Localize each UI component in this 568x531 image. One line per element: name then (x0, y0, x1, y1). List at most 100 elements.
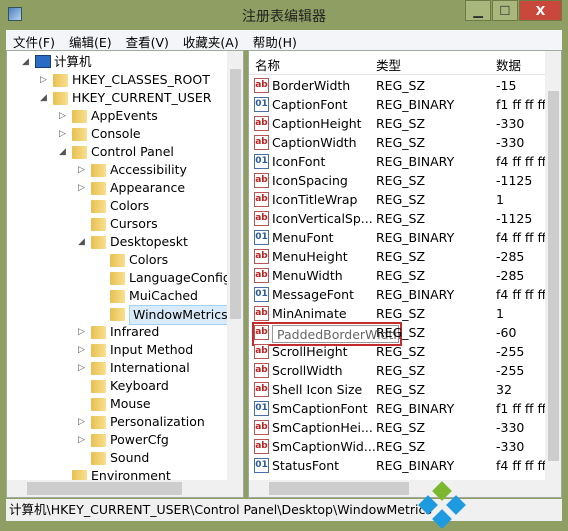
expand-arrow-icon[interactable]: ▷ (78, 359, 88, 377)
tree-horizontal-scrollbar[interactable] (7, 480, 243, 497)
value-row[interactable]: 01 CaptionFont REG_BINARY f1 ff ff ff (249, 95, 546, 114)
value-row[interactable]: 01 StatusFont REG_BINARY f4 ff ff ff (249, 456, 546, 475)
tree-item[interactable]: ▷ Accessibility (7, 161, 227, 179)
expand-arrow-icon[interactable]: ▷ (78, 323, 88, 341)
tree-vertical-scrollbar[interactable] (227, 51, 243, 481)
scrollbar-thumb[interactable] (230, 69, 241, 319)
expand-arrow-icon[interactable]: ▷ (78, 341, 88, 359)
tree-item[interactable]: ▷ Personalization (7, 413, 227, 431)
watermark-logo (415, 478, 565, 529)
tree-item[interactable]: MuiCached (7, 287, 227, 305)
menu-view[interactable]: 查看(V) (119, 30, 176, 50)
binary-value-icon: 01 (254, 154, 269, 169)
tree-item[interactable]: Colors (7, 197, 227, 215)
tree-item[interactable]: LanguageConfig (7, 269, 231, 287)
value-row[interactable]: 01 MessageFont REG_BINARY f4 ff ff ff (249, 285, 546, 304)
menu-help[interactable]: 帮助(H) (246, 30, 304, 50)
column-data[interactable]: 数据 (496, 55, 521, 74)
tree-item[interactable]: Colors (7, 251, 227, 269)
tree-item[interactable]: ▷ Infrared (7, 323, 227, 341)
menu-edit[interactable]: 编辑(E) (62, 30, 119, 50)
tree-item[interactable]: ▷ Appearance (7, 179, 227, 197)
tree-item[interactable]: ◢ HKEY_CURRENT_USER (7, 89, 227, 107)
value-type: REG_SZ (376, 420, 426, 435)
value-row[interactable]: ab ScrollWidth REG_SZ -255 (249, 361, 545, 380)
value-row[interactable]: 01 SmCaptionFont REG_BINARY f1 ff ff ff (249, 399, 547, 418)
close-button[interactable]: X (519, 0, 562, 21)
value-row[interactable]: ab MenuHeight REG_SZ -285 (249, 247, 545, 266)
menu-favorites[interactable]: 收藏夹(A) (176, 30, 246, 50)
tree-item[interactable]: Keyboard (7, 377, 227, 395)
value-row[interactable]: ab IconVerticalSp... REG_SZ -1125 (249, 209, 545, 228)
folder-icon (91, 344, 106, 357)
value-row[interactable]: 01 IconFont REG_BINARY f4 ff ff ff (249, 152, 546, 171)
tree-item-label: Sound (110, 450, 150, 465)
expand-arrow-icon[interactable]: ▷ (40, 71, 50, 89)
scrollbar-thumb[interactable] (27, 482, 182, 495)
tree-item[interactable]: ▷ AppEvents (7, 107, 227, 125)
tree-item[interactable]: ◢ 计算机 (7, 53, 227, 71)
collapse-arrow-icon[interactable]: ◢ (78, 233, 88, 251)
tree-item-label: Personalization (110, 414, 205, 429)
value-name: MenuHeight (272, 249, 348, 264)
expand-arrow-icon[interactable]: ▷ (78, 161, 88, 179)
value-row[interactable]: ab MinAnimate REG_SZ 1 (249, 304, 545, 323)
value-row[interactable]: ab IconSpacing REG_SZ -1125 (249, 171, 545, 190)
folder-icon (91, 182, 106, 195)
value-row[interactable]: ab BorderWidth REG_SZ -15 (249, 76, 545, 95)
expand-arrow-icon[interactable]: ▷ (78, 179, 88, 197)
folder-icon (72, 110, 87, 123)
expand-arrow-icon[interactable]: ▷ (59, 125, 69, 143)
tree-item-label: Colors (110, 198, 150, 213)
tree-item[interactable]: ▷ International (7, 359, 227, 377)
folder-icon (72, 128, 87, 141)
collapse-arrow-icon[interactable]: ◢ (59, 143, 69, 161)
values-vertical-scrollbar[interactable] (545, 51, 561, 481)
value-data: f1 ff ff ff (496, 401, 547, 416)
tree-item[interactable]: ▷ HKEY_CLASSES_ROOT (7, 71, 227, 89)
tree-item-label: Input Method (110, 342, 194, 357)
tree-item[interactable]: Mouse (7, 395, 227, 413)
value-row[interactable]: ab MenuWidth REG_SZ -285 (249, 266, 545, 285)
value-name: ScrollWidth (272, 363, 343, 378)
value-row[interactable]: ab PaddedBorderWidth REG_SZ -60 (249, 322, 545, 346)
value-row[interactable]: ab SmCaptionHei... REG_SZ -330 (249, 418, 545, 437)
value-type: REG_SZ (376, 344, 426, 359)
expand-arrow-icon[interactable]: ▷ (78, 413, 88, 431)
scrollbar-thumb[interactable] (548, 91, 559, 461)
minimize-button[interactable]: ▁ (465, 0, 491, 21)
value-row[interactable]: ab SmCaptionWid... REG_SZ -330 (249, 437, 545, 456)
tree-item[interactable]: WindowMetrics (7, 305, 232, 325)
value-row[interactable]: ab Shell Icon Size REG_SZ 32 (249, 380, 545, 399)
collapse-arrow-icon[interactable]: ◢ (40, 89, 50, 107)
tree-item[interactable]: ▷ Console (7, 125, 227, 143)
scrollbar-thumb[interactable] (269, 482, 409, 495)
tree-item[interactable]: ▷ Input Method (7, 341, 227, 359)
tree-item[interactable]: Sound (7, 449, 227, 467)
menu-file[interactable]: 文件(F) (6, 30, 62, 50)
expand-arrow-icon[interactable]: ▷ (59, 107, 69, 125)
column-type[interactable]: 类型 (376, 55, 401, 74)
tree-item[interactable]: ▷ PowerCfg (7, 431, 227, 449)
column-name[interactable]: 名称 (255, 55, 280, 74)
folder-icon (91, 236, 106, 249)
collapse-arrow-icon[interactable]: ◢ (22, 53, 32, 71)
expand-arrow-icon[interactable]: ▷ (78, 431, 88, 449)
folder-icon (91, 218, 106, 231)
tree-item[interactable]: ◢ Control Panel (7, 143, 227, 161)
string-value-icon: ab (254, 249, 269, 264)
value-type: REG_BINARY (376, 154, 455, 169)
folder-icon (110, 272, 125, 285)
value-row[interactable]: 01 MenuFont REG_BINARY f4 ff ff ff (249, 228, 546, 247)
tree-item-label: Accessibility (110, 162, 187, 177)
value-type: REG_SZ (376, 439, 426, 454)
tree-item[interactable]: Cursors (7, 215, 227, 233)
value-row[interactable]: ab IconTitleWrap REG_SZ 1 (249, 190, 545, 209)
value-row[interactable]: ab CaptionHeight REG_SZ -330 (249, 114, 545, 133)
maximize-button[interactable]: ☐ (492, 0, 518, 21)
string-value-icon: ab (254, 344, 269, 359)
value-row[interactable]: ab ScrollHeight REG_SZ -255 (249, 342, 545, 361)
value-row[interactable]: ab CaptionWidth REG_SZ -330 (249, 133, 545, 152)
value-type: REG_SZ (376, 363, 426, 378)
tree-item[interactable]: ◢ Desktopeskt (7, 233, 227, 251)
